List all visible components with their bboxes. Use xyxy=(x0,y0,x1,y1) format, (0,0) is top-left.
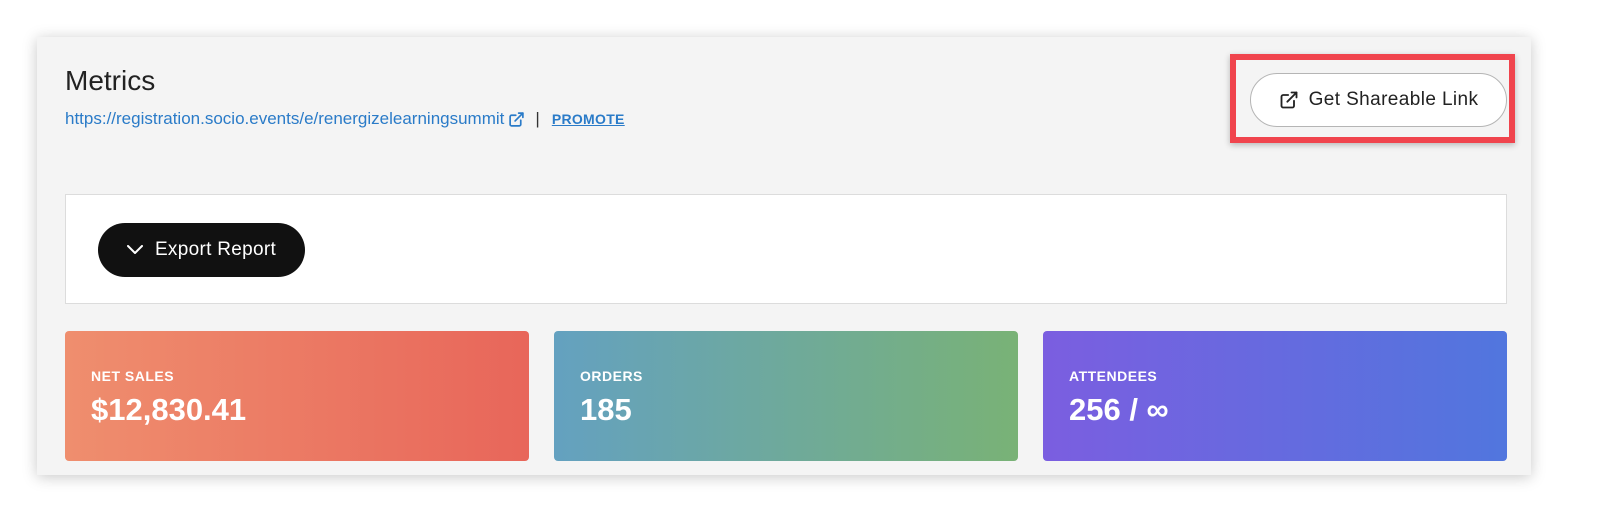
metrics-panel: Metrics https://registration.socio.event… xyxy=(37,37,1531,475)
promote-link[interactable]: PROMOTE xyxy=(552,111,625,127)
page-title: Metrics xyxy=(65,65,156,96)
attendees-label: ATTENDEES xyxy=(1069,368,1158,384)
orders-label: ORDERS xyxy=(580,368,643,384)
external-link-icon[interactable] xyxy=(508,111,525,128)
export-button-label: Export Report xyxy=(154,239,277,260)
net-sales-card: NET SALES $12,830.41 xyxy=(65,331,529,461)
separator: | xyxy=(535,109,540,128)
attendees-value: 256 / ∞ xyxy=(1069,392,1169,427)
event-url-row: https://registration.socio.events/e/rene… xyxy=(65,109,625,129)
orders-value: 185 xyxy=(580,392,632,427)
event-url-link[interactable]: https://registration.socio.events/e/rene… xyxy=(65,109,504,129)
net-sales-label: NET SALES xyxy=(91,368,175,384)
get-shareable-link-button[interactable]: Get Shareable Link xyxy=(1250,73,1507,127)
chevron-down-icon xyxy=(126,245,143,254)
orders-card: ORDERS 185 xyxy=(554,331,1018,461)
report-toolbar: Export Report xyxy=(65,194,1507,304)
export-report-button[interactable]: Export Report xyxy=(98,223,305,277)
share-button-label: Get Shareable Link xyxy=(1308,89,1479,110)
attendees-card: ATTENDEES 256 / ∞ xyxy=(1043,331,1507,461)
event-url-text: https://registration.socio.events/e/rene… xyxy=(65,109,505,128)
external-link-icon xyxy=(1280,91,1297,109)
net-sales-value: $12,830.41 xyxy=(91,392,247,427)
